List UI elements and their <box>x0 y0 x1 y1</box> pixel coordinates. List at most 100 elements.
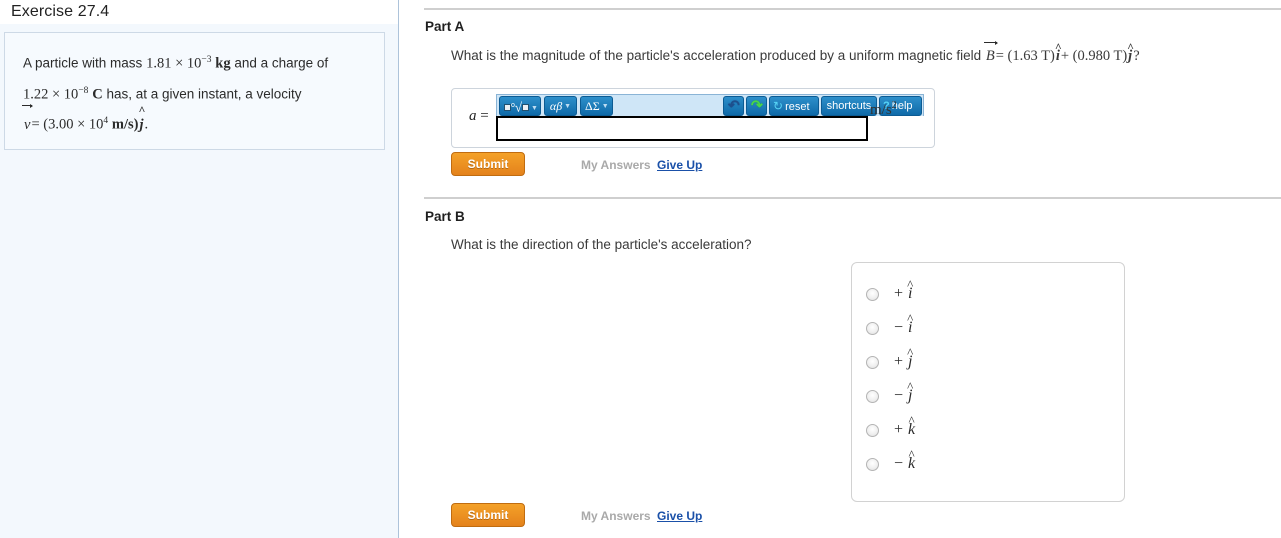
problem-statement-panel: A particle with mass 1.81 × 10−3 kg and … <box>4 32 385 150</box>
shortcuts-button[interactable]: shortcuts <box>821 96 877 116</box>
divider-top <box>424 8 1281 10</box>
mass-value: 1.81 × 10 <box>146 55 202 72</box>
magnetic-field-vector-symbol: B <box>983 40 998 65</box>
magnetic-field-letter: B <box>985 48 995 64</box>
problem-statement-text: A particle with mass 1.81 × 10−3 kg and … <box>5 33 384 139</box>
content-area: Part A What is the magnitude of the part… <box>400 0 1281 538</box>
magnetic-field-second-term: + (0.980 T) <box>1060 48 1128 64</box>
answer-input[interactable] <box>496 116 868 141</box>
option-label-3: + ^ j <box>894 345 914 371</box>
option-hat: ^ k <box>908 413 916 438</box>
sqrt-icon: √ <box>514 99 523 115</box>
charge-unit: C <box>92 86 103 102</box>
velocity-letter: v <box>24 116 31 133</box>
option-sign: − <box>894 387 904 404</box>
option-label-1: + ^ i <box>894 277 914 303</box>
option-sign: − <box>894 319 904 336</box>
option-hat: ^ j <box>907 345 914 370</box>
option-row-4[interactable]: − ^ j <box>866 379 1106 408</box>
redo-button[interactable]: ↷ <box>746 96 767 116</box>
option-label-4: − ^ j <box>894 379 914 405</box>
answer-entry-box: a = o√ ▼ αβ ▼ ΔΣ ▼ ↶ ↷ ↻ reset shortcuts… <box>451 88 935 148</box>
velocity-vector-symbol: v <box>22 104 34 139</box>
option-sign: − <box>894 455 904 472</box>
radio-minus-i[interactable] <box>866 322 879 335</box>
radio-minus-k[interactable] <box>866 458 879 471</box>
problem-line1-prefix: A particle with mass <box>23 55 143 71</box>
part-a-give-up-link[interactable]: Give Up <box>657 158 702 172</box>
mass-unit: kg <box>215 55 231 72</box>
velocity-jhat: ^ j <box>138 103 146 133</box>
greek-letters-button[interactable]: αβ ▼ <box>544 96 577 116</box>
option-sign: + <box>894 353 904 370</box>
charge-value: 1.22 × 10 <box>23 86 79 102</box>
part-a-submit-button[interactable]: Submit <box>451 152 525 176</box>
velocity-equation: = (3.00 × 10 <box>31 116 104 133</box>
part-a-my-answers-label: My Answers <box>581 158 651 172</box>
option-hat: ^ i <box>907 311 914 336</box>
unit-exponent: 2 <box>891 100 897 111</box>
option-row-3[interactable]: + ^ j <box>866 345 1106 374</box>
radio-plus-i[interactable] <box>866 288 879 301</box>
option-row-6[interactable]: − ^ k <box>866 447 1106 476</box>
unit-text: m/s <box>870 102 892 118</box>
option-hat: ^ i <box>907 277 914 302</box>
sidebar: Exercise 27.4 A particle with mass 1.81 … <box>0 0 399 538</box>
reset-label: reset <box>785 101 810 113</box>
part-a-heading: Part A <box>425 19 465 34</box>
part-b-options-panel: + ^ i − ^ i + ^ j − ^ j + ^ k − ^ k <box>851 262 1125 502</box>
template-sqrt-button[interactable]: o√ ▼ <box>499 96 541 116</box>
refresh-icon: ↻ <box>773 99 784 113</box>
option-sign: + <box>894 285 904 302</box>
option-row-2[interactable]: − ^ i <box>866 311 1106 340</box>
template-box-icon-2 <box>522 103 530 111</box>
velocity-units: m/s) <box>111 116 139 133</box>
part-b-heading: Part B <box>425 209 465 224</box>
math-toolbar: o√ ▼ αβ ▼ ΔΣ ▼ ↶ ↷ ↻ reset shortcuts ? h… <box>496 94 924 116</box>
charge-exponent: −8 <box>78 85 89 96</box>
shortcuts-label: shortcuts <box>826 100 872 112</box>
symbols-button[interactable]: ΔΣ ▼ <box>580 96 613 116</box>
option-label-5: + ^ k <box>894 413 916 439</box>
field-jhat: ^ j <box>1127 39 1135 64</box>
part-b-give-up-link[interactable]: Give Up <box>657 509 702 523</box>
redo-arrow-icon: ↷ <box>751 97 763 113</box>
page-root: Exercise 27.4 A particle with mass 1.81 … <box>0 0 1281 538</box>
option-label-2: − ^ i <box>894 311 914 337</box>
magnetic-field-equation: = (1.63 T) <box>995 48 1055 64</box>
option-hat: ^ j <box>907 379 914 404</box>
option-row-1[interactable]: + ^ i <box>866 277 1106 306</box>
part-a-question-text: What is the magnitude of the particle's … <box>451 48 982 63</box>
answer-equals: = <box>480 108 489 124</box>
template-box-icon <box>504 103 511 111</box>
problem-line2-suffix: has, at a given instant, a velocity <box>106 86 302 101</box>
radio-minus-j[interactable] <box>866 390 879 403</box>
undo-button[interactable]: ↶ <box>723 96 744 116</box>
undo-arrow-icon: ↶ <box>728 97 740 113</box>
option-label-6: − ^ k <box>894 447 916 473</box>
question-mark: ? <box>1133 48 1140 64</box>
chevron-down-icon: ▼ <box>564 103 572 111</box>
velocity-period: . <box>144 116 149 133</box>
radio-plus-j[interactable] <box>866 356 879 369</box>
option-hat: ^ k <box>908 447 916 472</box>
velocity-hat-letter: j <box>139 116 144 133</box>
radio-plus-k[interactable] <box>866 424 879 437</box>
part-b-my-answers-label: My Answers <box>581 509 651 523</box>
option-row-5[interactable]: + ^ k <box>866 413 1106 442</box>
greek-letters-label: αβ <box>549 99 563 113</box>
answer-variable-label: a = <box>469 108 489 125</box>
option-sign: + <box>894 421 904 438</box>
chevron-down-icon: ▼ <box>531 104 538 112</box>
chevron-down-icon: ▼ <box>601 103 609 111</box>
reset-button[interactable]: ↻ reset <box>769 96 819 116</box>
problem-line1-suffix: and a charge of <box>234 55 329 71</box>
divider-between-parts <box>424 197 1281 199</box>
part-a-question: What is the magnitude of the particle's … <box>451 39 1140 65</box>
page-title: Exercise 27.4 <box>11 3 110 20</box>
part-b-question: What is the direction of the particle's … <box>451 237 752 252</box>
field-ihat: ^ i <box>1054 39 1062 64</box>
velocity-exponent: 4 <box>103 116 109 126</box>
answer-unit-label: m/s2 <box>870 100 897 119</box>
part-b-submit-button[interactable]: Submit <box>451 503 525 527</box>
